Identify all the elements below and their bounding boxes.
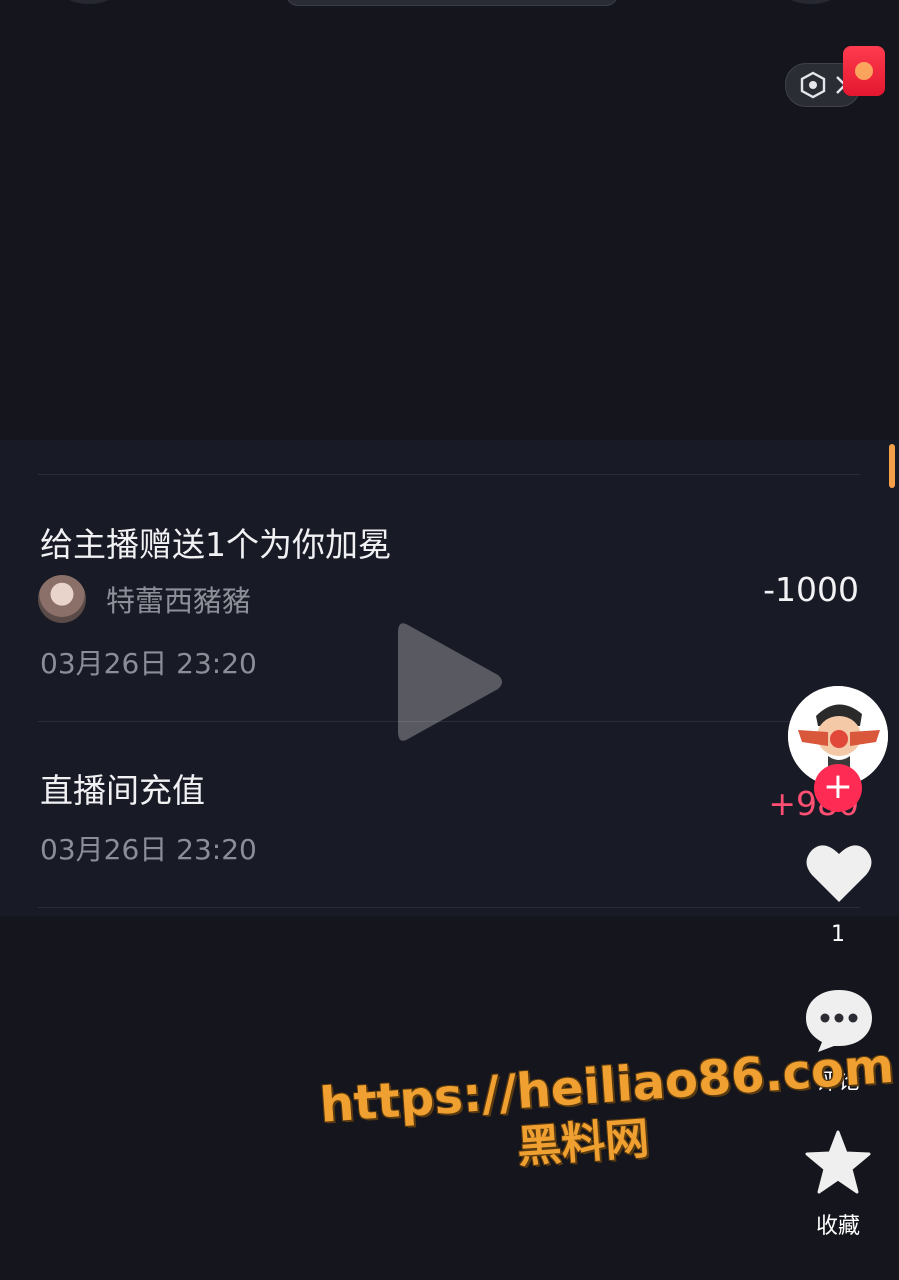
favorite-label: 收藏 <box>815 1214 860 1239</box>
transaction-time: 03月26日 23:20 <box>40 833 257 866</box>
divider <box>38 474 860 475</box>
scroll-indicator[interactable] <box>889 444 895 488</box>
avatar[interactable] <box>38 575 86 623</box>
top-left-button[interactable] <box>58 0 120 4</box>
top-right-button[interactable] <box>780 0 842 4</box>
transaction-time: 03月26日 23:20 <box>40 647 257 680</box>
username[interactable]: 特蕾西豬豬 <box>106 578 251 620</box>
like-button[interactable] <box>805 842 873 904</box>
cube-icon <box>800 71 826 99</box>
divider <box>38 907 860 908</box>
play-icon[interactable] <box>394 617 506 747</box>
like-count: 1 <box>831 922 845 947</box>
top-search-bar[interactable] <box>286 0 618 6</box>
video-screen: 给主播赠送1个为你加冕 特蕾西豬豬 -1000 03月26日 23:20 直播间… <box>0 0 899 1280</box>
watermark: https://heiliao86.com 黑料网 <box>318 1038 896 1190</box>
transaction-amount: -1000 <box>763 570 859 609</box>
transaction-title: 给主播赠送1个为你加冕 <box>40 525 391 564</box>
red-packet-icon[interactable] <box>843 46 885 96</box>
follow-button[interactable]: + <box>814 764 862 812</box>
transaction-title: 直播间充值 <box>40 771 205 810</box>
